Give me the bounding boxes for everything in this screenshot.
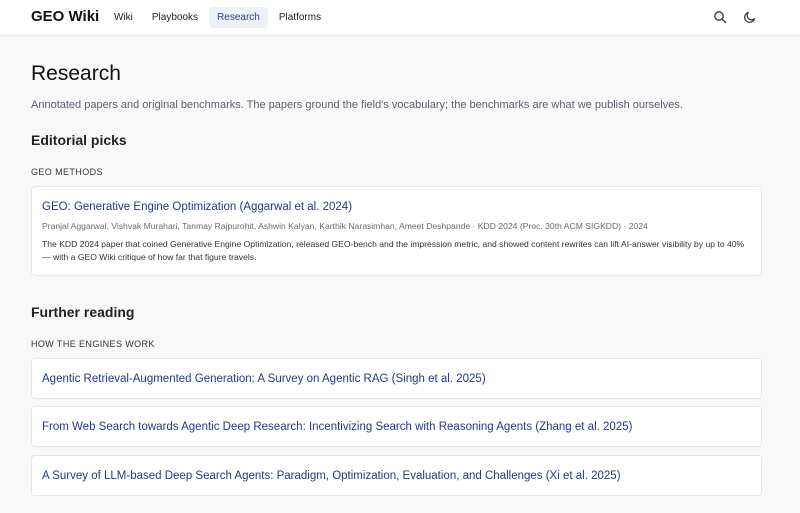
- top-navigation-bar: GEO Wiki Wiki Playbooks Research Platfor…: [0, 0, 800, 36]
- further-reading-heading: Further reading: [31, 304, 135, 320]
- paper-description: The KDD 2024 paper that coined Generativ…: [42, 239, 745, 262]
- reading-card[interactable]: A Survey of LLM-based Deep Search Agents…: [31, 455, 762, 496]
- editorial-picks-heading: Editorial picks: [31, 132, 127, 148]
- page-lede: Annotated papers and original benchmarks…: [31, 99, 683, 111]
- reading-title-link[interactable]: Agentic Retrieval-Augmented Generation: …: [42, 372, 751, 387]
- reading-title-link[interactable]: From Web Search towards Agentic Deep Res…: [42, 420, 751, 435]
- nav-wiki[interactable]: Wiki: [106, 7, 141, 28]
- geo-methods-label: GEO METHODS: [31, 167, 103, 177]
- paper-meta: Pranjal Aggarwal, Vishvak Murahari, Tanm…: [42, 221, 648, 231]
- nav-platforms[interactable]: Platforms: [271, 7, 329, 28]
- site-logo[interactable]: GEO Wiki: [31, 8, 99, 25]
- featured-paper-card[interactable]: GEO: Generative Engine Optimization (Agg…: [31, 186, 762, 276]
- paper-title-link[interactable]: GEO: Generative Engine Optimization (Agg…: [42, 200, 751, 215]
- reading-title-link[interactable]: A Survey of LLM-based Deep Search Agents…: [42, 469, 751, 484]
- nav-playbooks[interactable]: Playbooks: [144, 7, 206, 28]
- page-title: Research: [31, 62, 121, 85]
- main-nav: Wiki Playbooks Research Platforms: [106, 7, 332, 28]
- nav-research[interactable]: Research: [209, 7, 268, 28]
- how-engines-work-label: HOW THE ENGINES WORK: [31, 339, 155, 349]
- search-icon[interactable]: [713, 10, 727, 24]
- moon-icon[interactable]: [743, 10, 757, 24]
- reading-card[interactable]: From Web Search towards Agentic Deep Res…: [31, 406, 762, 447]
- reading-card[interactable]: Agentic Retrieval-Augmented Generation: …: [31, 358, 762, 399]
